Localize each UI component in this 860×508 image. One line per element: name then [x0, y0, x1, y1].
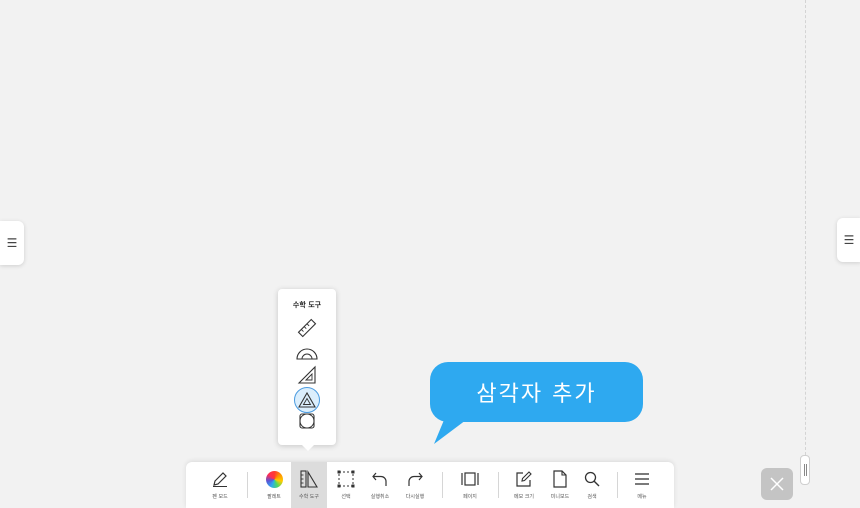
redo-icon [408, 472, 423, 486]
protractor-icon [296, 348, 318, 360]
page-button[interactable]: 페이지 [452, 462, 488, 508]
redo-label: 다시실행 [405, 494, 425, 500]
palette-label: 팔레트 [267, 494, 281, 500]
set-square-tool[interactable] [292, 364, 322, 386]
menu-icon: ☰ [6, 236, 18, 250]
hamburger-menu-icon [635, 473, 649, 485]
undo-button[interactable]: 실행취소 [362, 462, 398, 508]
redo-button[interactable]: 다시실행 [397, 462, 433, 508]
tooltip-text: 삼각자 추가 [476, 382, 597, 407]
palette-icon [265, 470, 283, 488]
close-icon [770, 477, 784, 491]
select-label: 선택 [341, 494, 351, 500]
document-icon [553, 470, 567, 488]
mini-board-label: 미니보드 [550, 494, 570, 500]
set-square-icon [297, 365, 316, 384]
pen-mode-button[interactable]: 펜 모드 [202, 462, 238, 508]
toolbar-divider [247, 472, 248, 498]
math-tools-icon [300, 470, 318, 488]
search-button[interactable]: 검색 [574, 462, 610, 508]
tooltip-tail [434, 420, 466, 444]
undo-label: 실행취소 [370, 494, 390, 500]
select-button[interactable]: 선택 [328, 462, 364, 508]
undo-icon [372, 472, 387, 486]
page-boundary-line [805, 0, 806, 460]
right-panel-toggle[interactable]: ☰ [837, 218, 860, 262]
drawing-canvas[interactable] [0, 0, 860, 508]
pen-mode-label: 펜 모드 [212, 494, 228, 500]
memo-edit-icon [516, 471, 532, 487]
search-icon [584, 471, 600, 487]
triangle-add-icon [298, 391, 316, 408]
page-label: 페이지 [463, 494, 477, 500]
menu-icon: ☰ [843, 233, 855, 247]
pen-icon [213, 472, 227, 487]
protractor-tool[interactable] [292, 342, 322, 364]
left-panel-toggle[interactable]: ☰ [0, 221, 24, 265]
page-icon [461, 472, 479, 486]
grip-line [805, 464, 807, 476]
resize-handle[interactable] [800, 455, 810, 485]
tooltip-bubble: 삼각자 추가 [430, 362, 643, 422]
circle-tool-icon [299, 413, 315, 429]
bottom-toolbar: 펜 모드 팔레트 수학 도구 선택 실행취소 다시실행 페이지 메모 크기 미니… [186, 462, 674, 508]
toolbar-divider [617, 472, 618, 498]
triangle-add-tool[interactable] [292, 387, 322, 413]
math-tools-button[interactable]: 수학 도구 [291, 462, 327, 508]
palette-button[interactable]: 팔레트 [256, 462, 292, 508]
menu-label: 메뉴 [637, 494, 647, 500]
close-button[interactable] [761, 468, 793, 500]
mini-board-button[interactable]: 미니보드 [542, 462, 578, 508]
grip-line [803, 464, 805, 476]
memo-size-button[interactable]: 메모 크기 [506, 462, 542, 508]
search-label: 검색 [587, 494, 597, 500]
ruler-icon [297, 318, 317, 338]
ruler-tool[interactable] [292, 317, 322, 339]
memo-size-label: 메모 크기 [514, 494, 534, 500]
circle-tool[interactable] [292, 410, 322, 432]
toolbar-divider [442, 472, 443, 498]
menu-button[interactable]: 메뉴 [624, 462, 660, 508]
math-tools-label: 수학 도구 [299, 494, 319, 500]
math-tools-popup: 수학 도구 [278, 289, 336, 451]
toolbar-divider [498, 472, 499, 498]
math-tools-popup-title: 수학 도구 [292, 301, 322, 309]
select-icon [337, 470, 355, 488]
